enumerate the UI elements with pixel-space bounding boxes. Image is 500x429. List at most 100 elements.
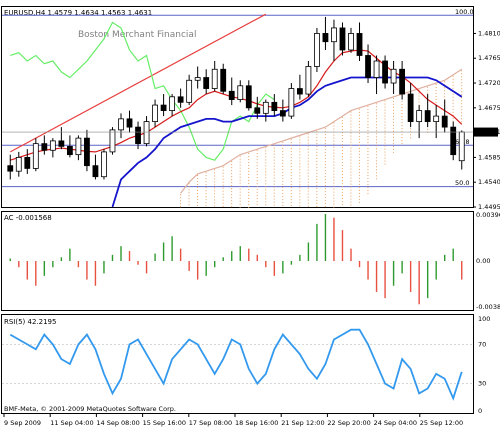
cloud-dot <box>299 148 301 150</box>
cloud-dot <box>324 134 326 136</box>
cloud-dot <box>231 182 233 184</box>
cloud-dot <box>282 156 284 158</box>
cloud-dot <box>392 133 394 135</box>
price-tick-label: 1.4675 <box>478 104 500 112</box>
cloud-dot <box>282 204 284 206</box>
cloud-dot <box>358 147 360 149</box>
cloud-dot <box>239 194 241 196</box>
cloud-dot <box>375 103 377 105</box>
cloud-dot <box>307 184 309 186</box>
candle-body <box>339 27 346 51</box>
cloud-dot <box>239 191 241 193</box>
cloud-dot <box>248 173 250 175</box>
cloud-dot <box>324 170 326 172</box>
cloud-dot <box>214 181 216 183</box>
candle-body <box>49 140 56 151</box>
cloud-dot <box>265 165 267 167</box>
cloud-dot <box>375 157 377 159</box>
cloud-dot <box>358 129 360 131</box>
cloud-dot <box>307 187 309 189</box>
cloud-dot <box>392 148 394 150</box>
cloud-dot <box>324 161 326 163</box>
candle-body <box>331 27 337 43</box>
cloud-dot <box>461 115 463 117</box>
cloud-dot <box>324 173 326 175</box>
cloud-dot <box>222 205 224 207</box>
chart-canvas: EURUSD,H4 1.4579 1.4634 1.4563 1.4631 Bo… <box>0 0 500 429</box>
cloud-dot <box>239 167 241 169</box>
cloud-dot <box>367 112 369 114</box>
cloud-dot <box>350 180 352 182</box>
cloud-dot <box>231 167 233 169</box>
cloud-dot <box>248 161 250 163</box>
cloud-dot <box>324 164 326 166</box>
cloud-dot <box>282 189 284 191</box>
cloud-dot <box>265 180 267 182</box>
price-tick-label: 1.4585 <box>478 153 500 161</box>
candle-body <box>314 33 320 67</box>
cloud-dot <box>341 201 343 203</box>
cloud-dot <box>273 150 275 152</box>
cloud-dot <box>358 144 360 146</box>
cloud-dot <box>324 182 326 184</box>
cloud-dot <box>375 130 377 132</box>
cloud-dot <box>197 198 199 200</box>
fib-level-label: 50.0 <box>455 179 469 187</box>
cloud-dot <box>375 136 377 138</box>
cloud-dot <box>231 185 233 187</box>
cloud-dot <box>188 186 190 188</box>
cloud-dot <box>324 140 326 142</box>
cloud-dot <box>358 198 360 200</box>
cloud-dot <box>299 160 301 162</box>
cloud-dot <box>324 191 326 193</box>
cloud-dot <box>392 124 394 126</box>
cloud-dot <box>222 187 224 189</box>
cloud-dot <box>410 134 412 136</box>
cloud-dot <box>358 165 360 167</box>
cloud-dot <box>188 204 190 206</box>
cloud-dot <box>384 106 386 108</box>
cloud-dot <box>392 97 394 99</box>
cloud-dot <box>392 151 394 153</box>
rsi-title: RSI(5) 42.2195 <box>4 318 56 326</box>
cloud-dot <box>265 150 267 152</box>
cloud-dot <box>358 201 360 203</box>
cloud-dot <box>316 148 318 150</box>
cloud-dot <box>410 128 412 130</box>
cloud-dot <box>316 130 318 132</box>
cloud-dot <box>333 200 335 202</box>
cloud-dot <box>299 169 301 171</box>
cloud-dot <box>367 190 369 192</box>
cloud-dot <box>188 198 190 200</box>
cloud-dot <box>282 162 284 164</box>
cloud-dot <box>358 183 360 185</box>
cloud-dot <box>273 192 275 194</box>
cloud-dot <box>324 200 326 202</box>
cloud-dot <box>341 147 343 149</box>
cloud-dot <box>461 106 463 108</box>
cloud-dot <box>435 90 437 92</box>
cloud-dot <box>384 100 386 102</box>
cloud-dot <box>256 204 258 206</box>
cloud-dot <box>307 157 309 159</box>
candle-body <box>356 33 363 56</box>
cloud-dot <box>290 181 292 183</box>
cloud-dot <box>290 160 292 162</box>
cloud-dot <box>401 110 403 112</box>
cloud-dot <box>324 155 326 157</box>
cloud-dot <box>307 199 309 201</box>
cloud-dot <box>290 145 292 147</box>
cloud-dot <box>324 194 326 196</box>
cloud-dot <box>282 165 284 167</box>
cloud-dot <box>350 138 352 140</box>
cloud-dot <box>333 164 335 166</box>
cloud-dot <box>427 86 429 88</box>
cloud-dot <box>256 171 258 173</box>
cloud-dot <box>350 126 352 128</box>
cloud-dot <box>273 180 275 182</box>
cloud-dot <box>265 204 267 206</box>
cloud-dot <box>222 190 224 192</box>
cloud-dot <box>290 148 292 150</box>
cloud-dot <box>299 166 301 168</box>
cloud-dot <box>384 121 386 123</box>
